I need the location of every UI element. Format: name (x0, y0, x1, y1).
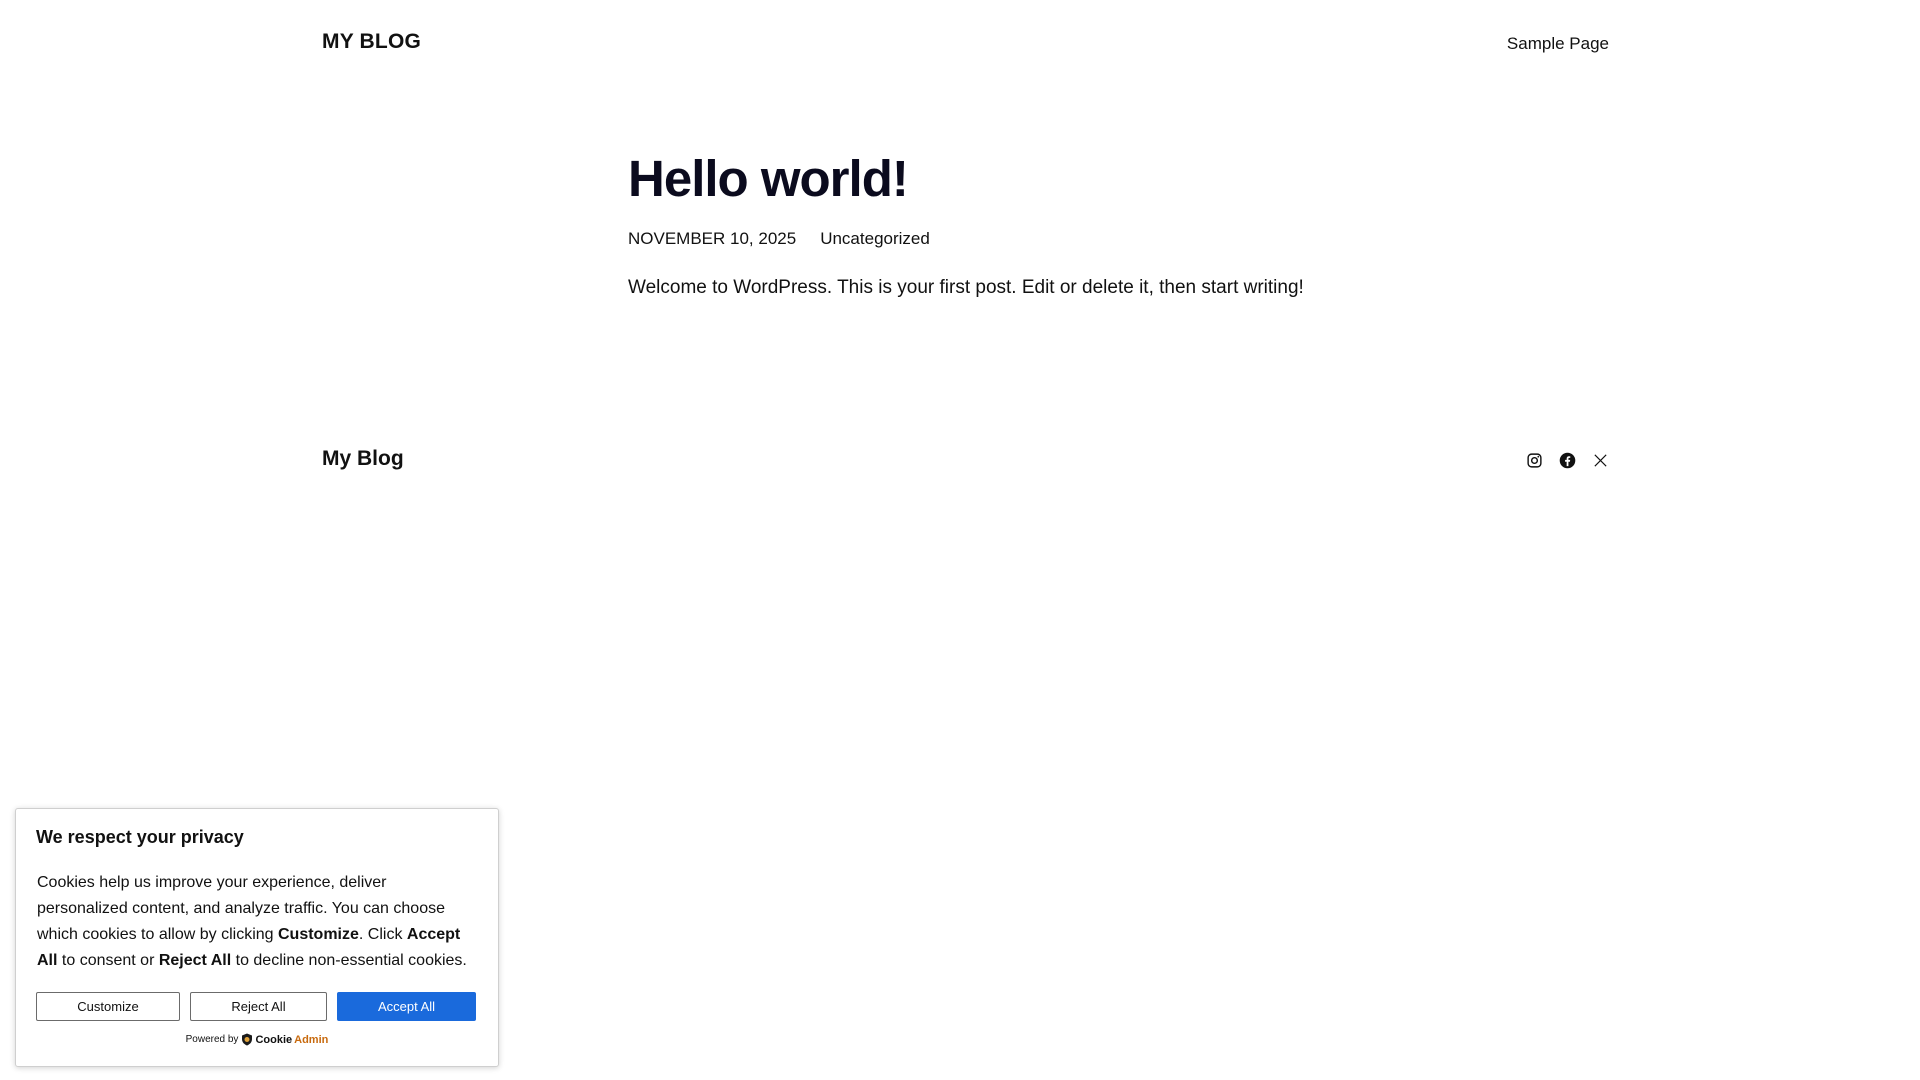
post-category-link[interactable]: Uncategorized (820, 229, 930, 249)
site-title-link[interactable]: MY BLOG (322, 30, 421, 54)
reject-all-button[interactable]: Reject All (190, 992, 327, 1021)
cookie-text-part: to decline non-essential cookies. (231, 952, 467, 969)
accept-all-button[interactable]: Accept All (337, 992, 476, 1021)
cookie-buttons: Customize Reject All Accept All (36, 992, 478, 1021)
post-title[interactable]: Hello world! (628, 150, 1428, 209)
brand-part-admin: Admin (294, 1033, 329, 1046)
cookie-text-part: . Click (358, 926, 407, 943)
x-icon[interactable] (1592, 452, 1609, 469)
cookie-text-bold: Customize (278, 926, 359, 943)
post: Hello world! NOVEMBER 10, 2025 Uncategor… (628, 150, 1428, 318)
shield-icon (242, 1033, 253, 1046)
post-date[interactable]: NOVEMBER 10, 2025 (628, 229, 796, 249)
powered-by-label: Powered by (185, 1034, 239, 1045)
cookie-description: Cookies help us improve your experience,… (36, 870, 478, 974)
post-body: Welcome to WordPress. This is your first… (628, 276, 1304, 298)
brand-part-cookie: Cookie (255, 1033, 293, 1046)
social-links (1526, 452, 1609, 469)
footer-site-title[interactable]: My Blog (322, 447, 404, 471)
post-meta: NOVEMBER 10, 2025 Uncategorized (628, 229, 1428, 249)
cookie-text-part: to consent or (57, 952, 159, 969)
customize-button[interactable]: Customize (36, 992, 180, 1021)
cookie-text-bold: Reject All (158, 952, 232, 969)
cookie-consent-banner: We respect your privacy Cookies help us … (15, 808, 499, 1067)
facebook-icon[interactable] (1559, 452, 1576, 469)
nav-link-sample-page[interactable]: Sample Page (1507, 34, 1609, 54)
powered-by: Powered by Cookie Admin (36, 1033, 478, 1046)
cookieadmin-logo[interactable]: Cookie Admin (241, 1033, 328, 1046)
instagram-icon[interactable] (1526, 452, 1543, 469)
cookie-title: We respect your privacy (36, 827, 244, 847)
